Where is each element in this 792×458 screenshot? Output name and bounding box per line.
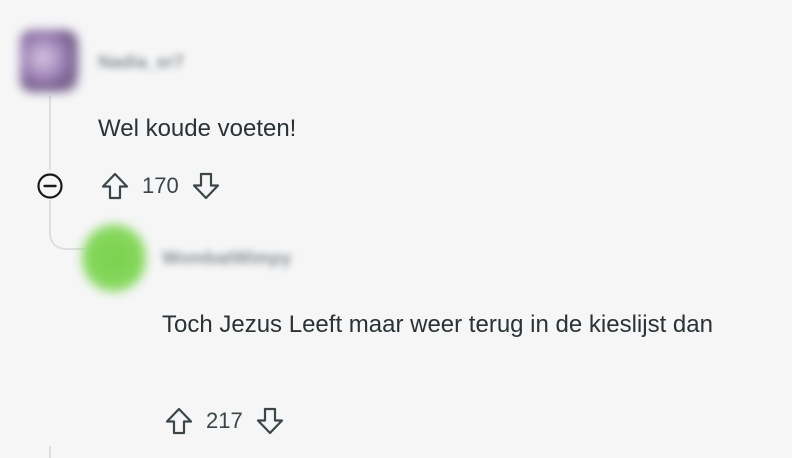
vote-count: 217 [206, 408, 243, 433]
upvote-button[interactable] [162, 404, 196, 438]
comment-body: Toch Jezus Leeft maar weer terug in de k… [162, 311, 713, 338]
upvote-button[interactable] [98, 169, 132, 203]
avatar[interactable] [82, 224, 146, 292]
avatar[interactable] [20, 30, 78, 92]
thread-line [49, 446, 51, 458]
collapse-thread-button[interactable] [36, 172, 64, 200]
downvote-button[interactable] [253, 404, 287, 438]
comment-username[interactable]: Nadia_er7 [98, 52, 184, 73]
comment-body: Wel koude voeten! [98, 115, 297, 142]
comment-actions: 217 [162, 403, 287, 439]
arrow-up-outline-icon [101, 172, 129, 200]
arrow-down-outline-icon [256, 407, 283, 435]
downvote-button[interactable] [189, 169, 223, 203]
arrow-down-outline-icon [192, 172, 219, 200]
comment-username[interactable]: WombatWimpy [162, 248, 292, 269]
vote-count: 170 [142, 173, 179, 198]
minus-circle-icon [37, 173, 63, 199]
comment-actions: 170 [98, 168, 223, 204]
thread-branch-line [49, 212, 85, 250]
thread-line [49, 96, 51, 170]
comment-thread: Nadia_er7 Wel koude voeten! 170 WombatWi… [0, 0, 792, 458]
arrow-up-outline-icon [165, 407, 193, 435]
